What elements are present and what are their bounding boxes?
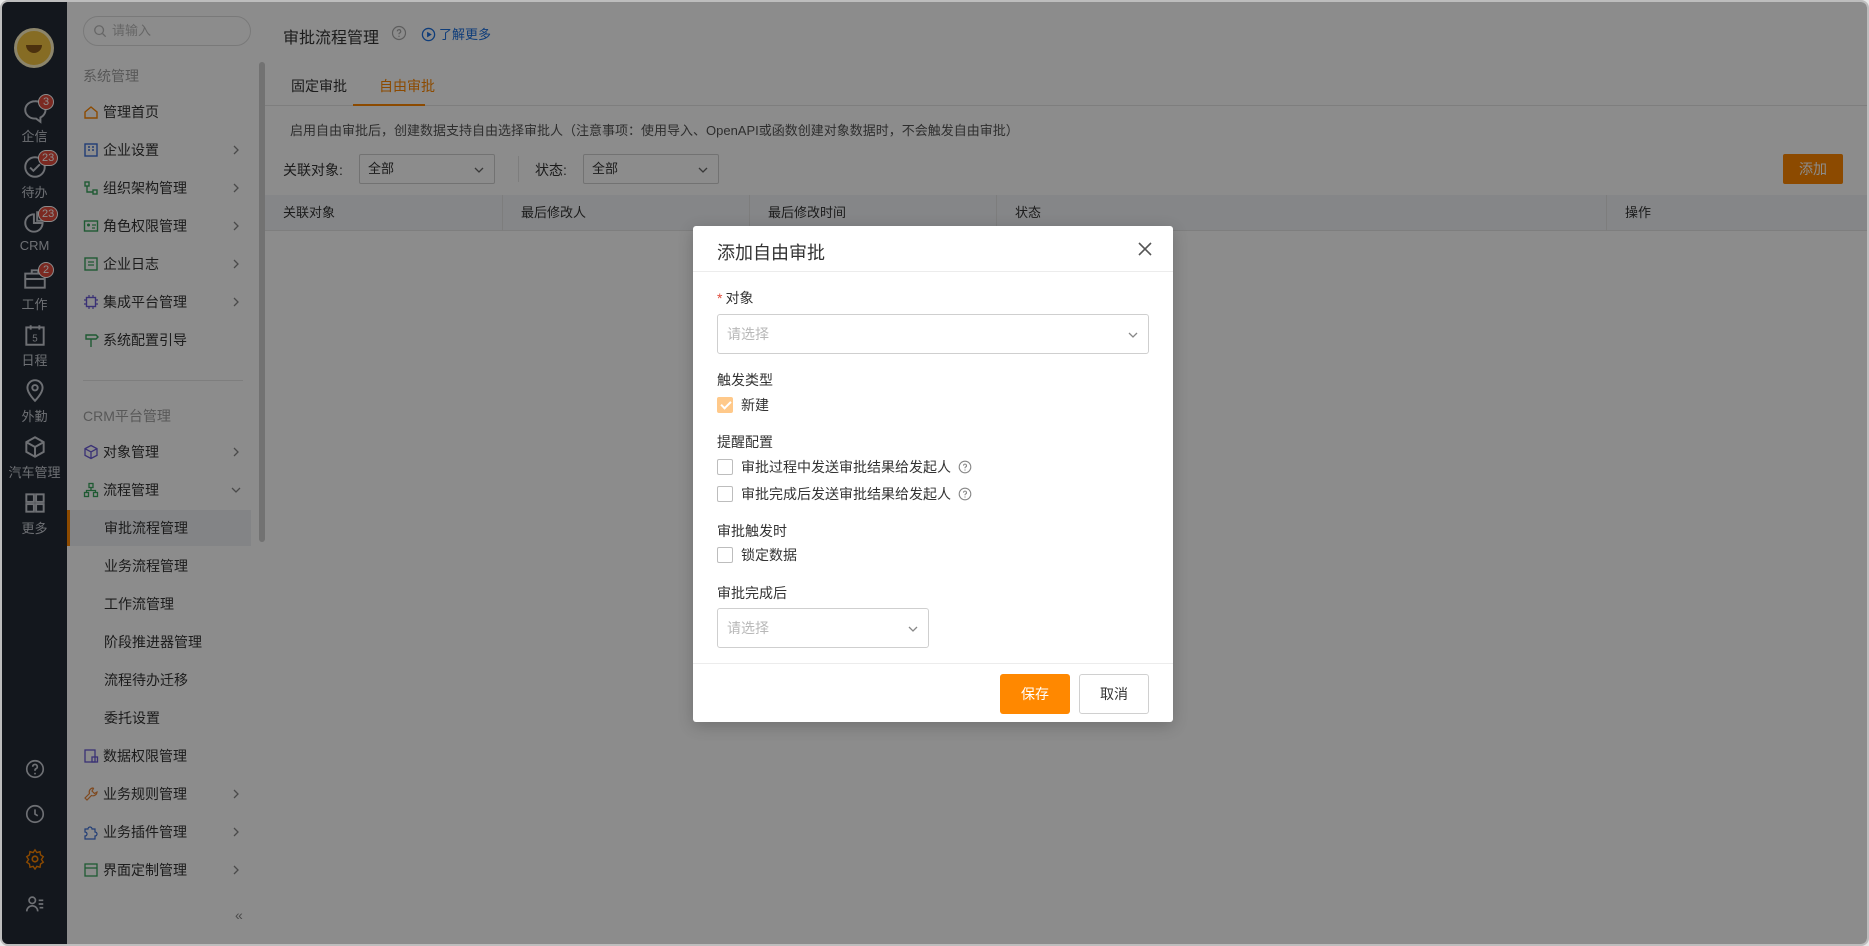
help-icon[interactable] [958, 460, 972, 474]
add-free-approval-dialog: 添加自由审批 * 对象 请选择 触发类型 新建 提醒配置 审批过程中发送审批结果给… [693, 226, 1173, 722]
help-icon[interactable] [958, 487, 972, 501]
trigger-type-label: 触发类型 [717, 372, 773, 388]
after-approval-placeholder: 请选择 [727, 620, 769, 636]
dialog-header: 添加自由审批 [693, 226, 1173, 272]
lock-data-label: 锁定数据 [741, 547, 797, 563]
lock-data-checkbox[interactable] [717, 547, 733, 563]
remind-during-checkbox-row[interactable]: 审批过程中发送审批结果给发起人 [717, 458, 972, 476]
remind-after-checkbox-row[interactable]: 审批完成后发送审批结果给发起人 [717, 485, 972, 503]
close-icon[interactable] [1136, 240, 1154, 258]
remind-config-label: 提醒配置 [717, 434, 773, 450]
remind-after-label: 审批完成后发送审批结果给发起人 [741, 486, 951, 502]
chevron-down-icon [1128, 332, 1138, 338]
remind-after-checkbox[interactable] [717, 486, 733, 502]
after-approval-label: 审批完成后 [717, 585, 787, 601]
on-trigger-label: 审批触发时 [717, 523, 787, 539]
lock-data-checkbox-row[interactable]: 锁定数据 [717, 546, 797, 564]
trigger-create-checkbox-row[interactable]: 新建 [717, 396, 769, 414]
chevron-down-icon [908, 626, 918, 632]
object-select-placeholder: 请选择 [727, 326, 769, 342]
object-field-label: * 对象 [717, 288, 753, 308]
remind-during-checkbox[interactable] [717, 459, 733, 475]
after-approval-select[interactable]: 请选择 [717, 608, 929, 648]
cancel-button[interactable]: 取消 [1079, 674, 1149, 714]
object-select[interactable]: 请选择 [717, 314, 1149, 354]
dialog-footer: 保存 取消 [693, 663, 1173, 722]
required-mark: * [717, 290, 723, 306]
remind-during-label: 审批过程中发送审批结果给发起人 [741, 459, 951, 475]
app-window: 3 企信 23 待办 23 CRM 2 工作 5 日程 外勤 汽车管理 更多 请… [0, 0, 1869, 946]
trigger-create-label: 新建 [741, 397, 769, 413]
trigger-create-checkbox[interactable] [717, 397, 733, 413]
save-button[interactable]: 保存 [1000, 674, 1070, 714]
object-label-text: 对象 [725, 290, 754, 306]
dialog-title: 添加自由审批 [717, 243, 825, 263]
